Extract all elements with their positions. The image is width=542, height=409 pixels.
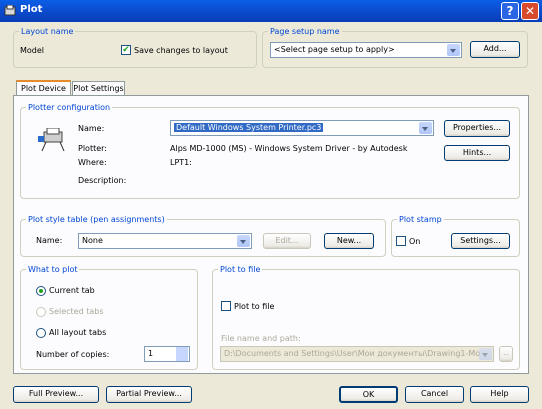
tab-plot-settings[interactable]: Plot Settings xyxy=(72,81,125,95)
plot-stamp-legend: Plot stamp xyxy=(399,215,442,224)
chevron-down-icon xyxy=(237,235,250,247)
plotter-label: Plotter: xyxy=(78,144,107,153)
page-setup-select[interactable]: <Select page setup to apply> xyxy=(270,42,462,58)
file-path-value: D:\Documents and Settings\User\Мои докум… xyxy=(224,349,481,358)
window-title: Plot xyxy=(20,4,43,15)
properties-button[interactable]: Properties... xyxy=(444,120,510,137)
copies-stepper[interactable]: 1 xyxy=(144,346,190,362)
page-setup-legend: Page setup name xyxy=(270,27,340,36)
selected-tabs-label: Selected tabs xyxy=(49,307,104,316)
plot-stamp-on-label: On xyxy=(409,237,421,246)
where-value: LPT1: xyxy=(170,158,192,167)
spin-up-icon[interactable] xyxy=(176,347,188,354)
all-layout-tabs-radio[interactable] xyxy=(36,328,46,338)
ok-button[interactable]: OK xyxy=(339,386,398,403)
plot-stamp-settings-button[interactable]: Settings... xyxy=(451,233,510,249)
plot-app-icon xyxy=(4,4,16,17)
edit-button[interactable]: Edit... xyxy=(263,233,311,249)
current-tab-label: Current tab xyxy=(49,286,95,295)
new-button[interactable]: New... xyxy=(324,233,374,249)
plot-style-name-label: Name: xyxy=(36,236,63,245)
spin-down-icon[interactable] xyxy=(176,354,188,361)
plot-to-file-checkbox[interactable] xyxy=(221,301,231,311)
plot-style-value: None xyxy=(82,236,103,245)
close-button[interactable]: ✕ xyxy=(521,2,539,20)
cancel-button[interactable]: Cancel xyxy=(405,386,464,403)
chevron-down-icon xyxy=(419,122,432,134)
file-path-label: File name and path: xyxy=(221,334,301,343)
browse-button[interactable]: .. xyxy=(499,346,513,362)
plotter-icon xyxy=(38,127,66,152)
save-changes-label: Save changes to layout xyxy=(134,46,228,55)
chevron-down-icon xyxy=(447,44,460,56)
plot-style-select[interactable]: None xyxy=(78,233,252,249)
current-tab-radio[interactable] xyxy=(36,286,46,296)
partial-preview-button[interactable]: Partial Preview... xyxy=(106,386,192,403)
plot-style-legend: Plot style table (pen assignments) xyxy=(28,215,165,224)
tab-plot-device[interactable]: Plot Device xyxy=(16,80,71,96)
hints-button[interactable]: Hints... xyxy=(444,145,510,161)
plot-stamp-on-checkbox[interactable] xyxy=(396,236,406,246)
layout-name-legend: Layout name xyxy=(21,27,74,36)
copies-value: 1 xyxy=(148,349,154,358)
plotter-name-label: Name: xyxy=(78,124,105,133)
layout-name-value: Model xyxy=(20,46,45,55)
plot-to-file-legend: Plot to file xyxy=(220,265,261,274)
add-button[interactable]: Add... xyxy=(470,41,520,58)
where-label: Where: xyxy=(78,158,107,167)
plot-to-file-label: Plot to file xyxy=(234,302,275,311)
description-label: Description: xyxy=(78,176,127,185)
title-bar xyxy=(0,0,542,22)
selected-tabs-radio[interactable] xyxy=(36,307,46,317)
chevron-down-icon xyxy=(479,348,492,360)
full-preview-button[interactable]: Full Preview... xyxy=(13,386,99,403)
help-button[interactable]: Help xyxy=(470,386,529,403)
plotter-configuration-legend: Plotter configuration xyxy=(28,103,111,112)
page-setup-select-value: <Select page setup to apply> xyxy=(274,45,395,54)
copies-label: Number of copies: xyxy=(36,350,110,359)
help-title-button[interactable]: ? xyxy=(501,2,519,20)
all-layout-tabs-label: All layout tabs xyxy=(49,328,107,337)
plotter-name-value: Default Windows System Printer.pc3 xyxy=(174,123,324,132)
file-path-select[interactable]: D:\Documents and Settings\User\Мои докум… xyxy=(220,346,494,362)
what-to-plot-legend: What to plot xyxy=(28,265,78,274)
plotter-value: Alps MD-1000 (MS) - Windows System Drive… xyxy=(170,144,408,153)
save-changes-checkbox[interactable]: ✔ xyxy=(121,45,131,55)
plotter-name-select[interactable]: Default Windows System Printer.pc3 xyxy=(170,120,434,136)
